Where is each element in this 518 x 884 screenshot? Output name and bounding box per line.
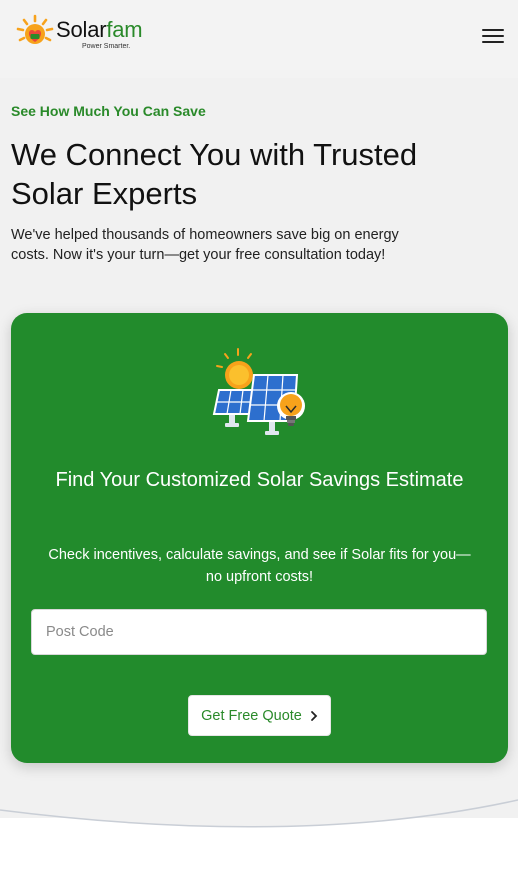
section-wave-divider	[0, 790, 518, 828]
logo-word-solar: Solar	[56, 17, 107, 42]
hero-headline: We Connect You with Trusted Solar Expert…	[11, 137, 418, 211]
menu-bar	[482, 29, 504, 31]
card-title: Find Your Customized Solar Savings Estim…	[55, 469, 464, 491]
hero-subtext: We've helped thousands of homeowners sav…	[11, 227, 399, 263]
hamburger-menu-icon[interactable]	[482, 29, 504, 45]
menu-bar	[482, 41, 504, 43]
chevron-right-icon	[310, 710, 318, 722]
site-header: Solarfam Power Smarter.	[0, 0, 518, 78]
hero-section: See How Much You Can Save We Connect You…	[0, 78, 518, 818]
postcode-input[interactable]	[31, 609, 487, 655]
solar-panels-lightbulb-icon	[212, 348, 305, 435]
logo-wordmark: Solarfam	[56, 17, 143, 43]
savings-estimate-card: Find Your Customized Solar Savings Estim…	[11, 313, 508, 763]
solarfam-logo[interactable]: Solarfam Power Smarter.	[16, 14, 166, 56]
get-free-quote-button[interactable]: Get Free Quote	[188, 695, 331, 736]
menu-bar	[482, 35, 504, 37]
logo-word-fam: fam	[106, 17, 143, 42]
logo-tagline: Power Smarter.	[82, 43, 131, 50]
get-free-quote-label: Get Free Quote	[201, 707, 302, 724]
hero-eyebrow: See How Much You Can Save	[11, 103, 206, 119]
card-description: Check incentives, calculate savings, and…	[48, 547, 471, 585]
sun-heart-logo-icon	[16, 14, 54, 44]
